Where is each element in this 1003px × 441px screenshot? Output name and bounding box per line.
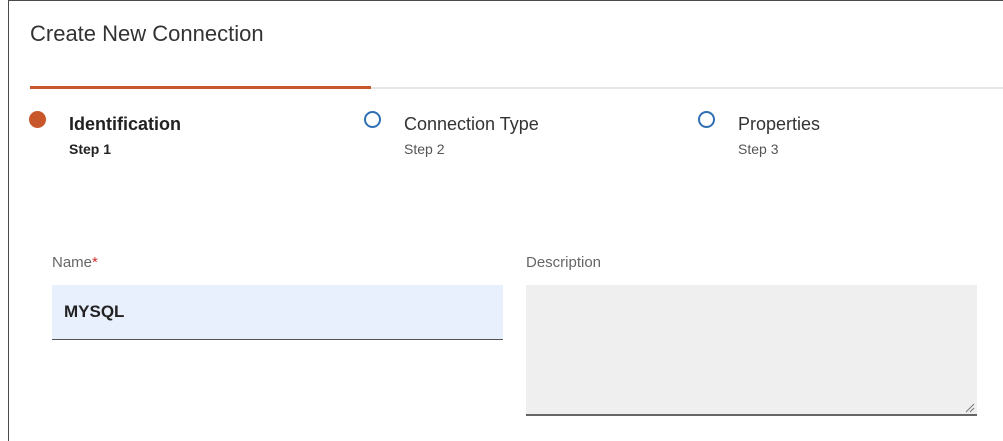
step-pending-icon — [364, 111, 381, 128]
step-connection-type[interactable]: Connection Type Step 2 — [364, 111, 664, 161]
step-label: Properties — [738, 114, 821, 134]
description-input[interactable] — [526, 285, 977, 416]
step-label: Connection Type — [404, 114, 539, 134]
progress-fill — [30, 86, 371, 89]
create-connection-dialog: Create New Connection Identification Ste… — [8, 0, 1003, 441]
resize-handle-icon[interactable] — [965, 403, 975, 413]
dialog-title: Create New Connection — [30, 21, 264, 46]
description-field-label: Description — [526, 254, 602, 271]
name-label-text: Name — [52, 254, 93, 271]
step-pending-icon — [698, 111, 715, 128]
step-number: Step 1 — [69, 141, 112, 157]
step-properties[interactable]: Properties Step 3 — [698, 111, 998, 161]
progress-track — [30, 86, 1003, 89]
step-identification[interactable]: Identification Step 1 — [29, 111, 329, 161]
step-label: Identification — [69, 114, 181, 134]
step-active-icon — [29, 111, 46, 128]
step-number: Step 2 — [404, 141, 445, 157]
step-number: Step 3 — [738, 141, 779, 157]
name-field-label: Name* — [52, 254, 98, 271]
name-input[interactable] — [52, 285, 503, 340]
required-marker: * — [92, 254, 98, 271]
